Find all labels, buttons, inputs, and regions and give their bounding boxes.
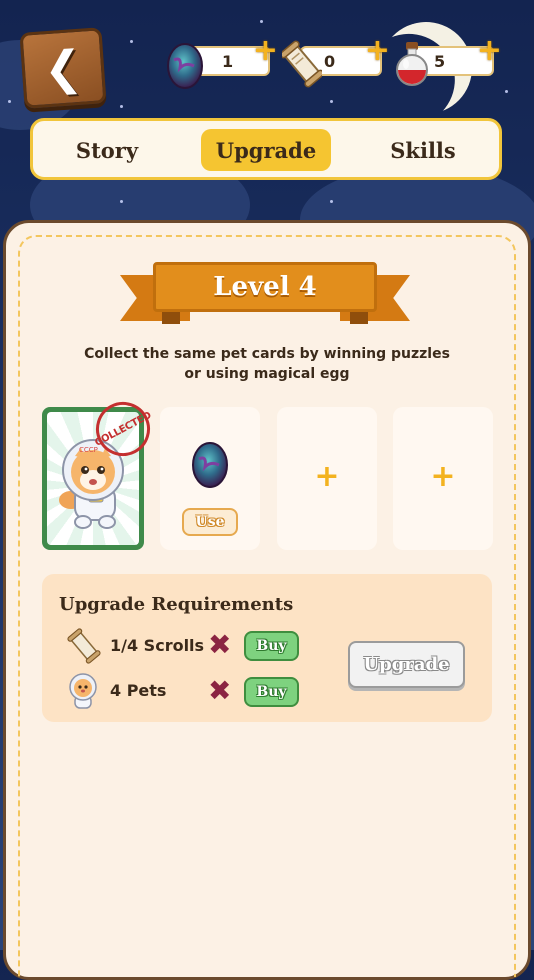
back-button[interactable]: ❮: [19, 27, 107, 109]
not-met-cross-icon: ✖: [208, 674, 232, 707]
tab-bar: Story Upgrade Skills: [30, 118, 502, 180]
add-scrolls-button[interactable]: +: [365, 36, 390, 66]
level-title: Level 4: [213, 272, 317, 302]
scrolls-requirement: 1/4 Scrolls: [110, 636, 205, 655]
description-line-1: Collect the same pet cards by winning pu…: [84, 346, 450, 362]
chevron-left-icon: ❮: [41, 39, 85, 97]
magical-egg-icon: [192, 442, 228, 488]
scroll-icon: [67, 628, 101, 664]
svg-text:CCCP: CCCP: [79, 446, 98, 454]
potion-icon: [396, 42, 428, 86]
collected-stamp-text: COLLECTED: [93, 409, 153, 449]
pet-icon: [69, 673, 97, 709]
scroll-icon: [282, 40, 322, 88]
tab-upgrade[interactable]: Upgrade: [201, 129, 331, 171]
magical-egg-icon: [167, 43, 203, 89]
add-card-icon[interactable]: +: [393, 459, 493, 494]
tab-skills[interactable]: Skills: [367, 129, 479, 171]
empty-card-slot[interactable]: +: [277, 407, 377, 550]
buy-pets-button[interactable]: Buy: [244, 677, 299, 707]
buy-scrolls-button[interactable]: Buy: [244, 631, 299, 661]
requirements-title: Upgrade Requirements: [59, 594, 294, 615]
use-egg-button[interactable]: Use: [182, 508, 238, 536]
not-met-cross-icon: ✖: [208, 628, 232, 661]
upgrade-button[interactable]: Upgrade: [348, 641, 465, 688]
level-banner: Level 4: [153, 262, 377, 312]
description-line-2: or using magical egg: [184, 366, 350, 382]
tab-story[interactable]: Story: [51, 129, 163, 171]
add-potions-button[interactable]: +: [477, 36, 502, 66]
add-card-icon[interactable]: +: [277, 459, 377, 494]
potion-count: 5: [434, 52, 446, 71]
pets-requirement: 4 Pets: [110, 681, 167, 700]
egg-count: 1: [222, 52, 234, 71]
add-eggs-button[interactable]: +: [253, 36, 278, 66]
empty-card-slot[interactable]: +: [393, 407, 493, 550]
scroll-count: 0: [324, 52, 336, 71]
